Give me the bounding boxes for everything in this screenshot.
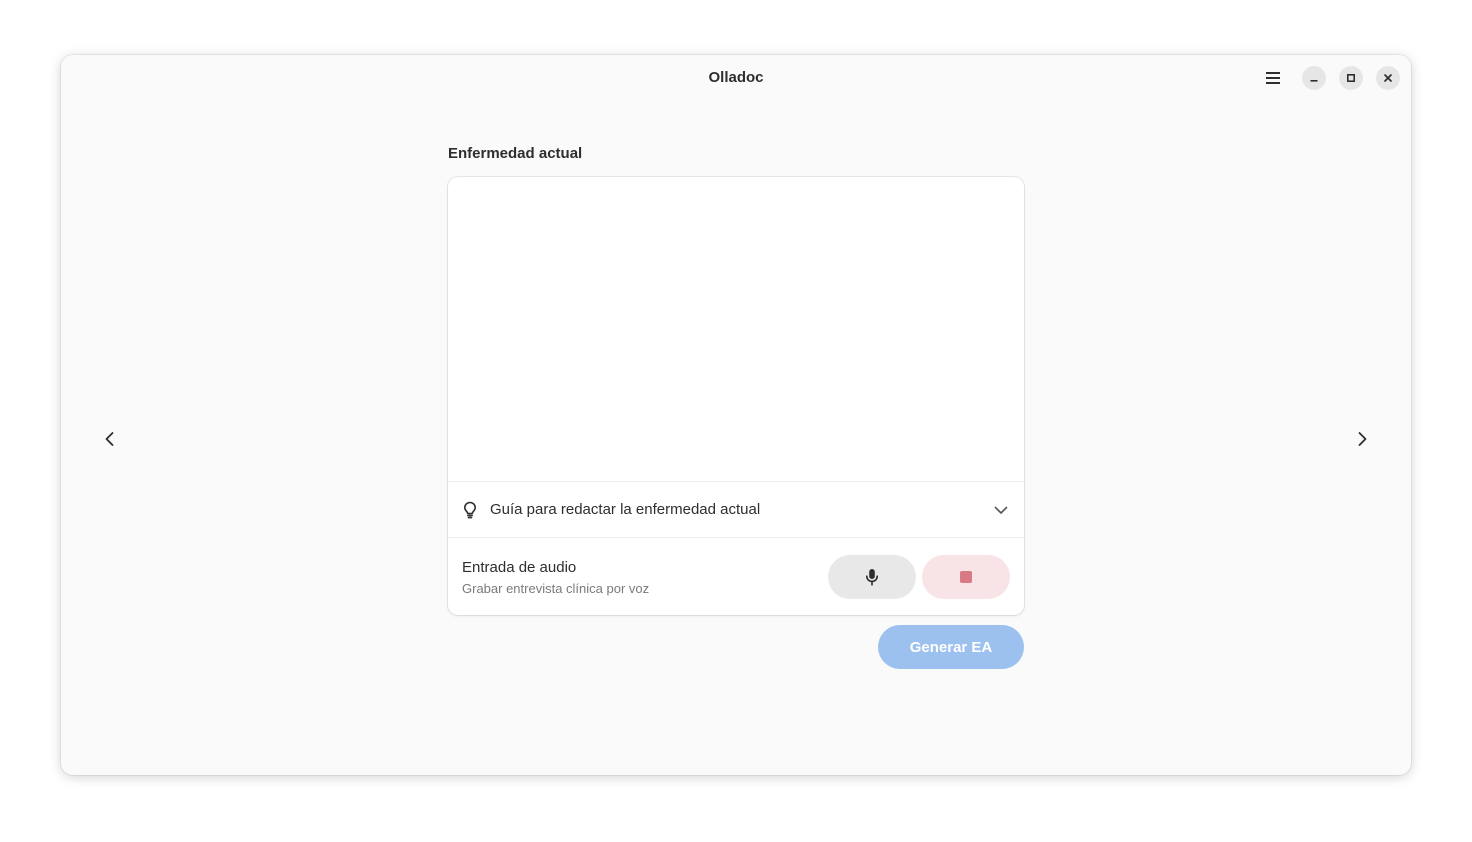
stop-icon xyxy=(960,571,972,583)
app-window: Olladoc Enfermedad actual Guía para reda… xyxy=(61,55,1411,775)
headerbar: Olladoc xyxy=(61,55,1411,101)
present-illness-card: Guía para redactar la enfermedad actual … xyxy=(448,177,1024,615)
chevron-down-icon xyxy=(994,506,1008,514)
maximize-button[interactable] xyxy=(1339,66,1363,90)
present-illness-text-area[interactable] xyxy=(448,177,1024,481)
generate-ea-button[interactable]: Generar EA xyxy=(878,625,1024,669)
section-title: Enfermedad actual xyxy=(448,145,583,162)
record-audio-button[interactable] xyxy=(828,555,916,599)
minimize-icon xyxy=(1310,80,1318,82)
microphone-icon xyxy=(866,569,878,586)
maximize-icon xyxy=(1346,73,1356,83)
stop-recording-button[interactable] xyxy=(922,555,1010,599)
chevron-right-icon xyxy=(1358,432,1367,446)
writing-guide-expander[interactable]: Guía para redactar la enfermedad actual xyxy=(448,481,1024,537)
audio-input-subtitle: Grabar entrevista clínica por voz xyxy=(462,581,650,596)
lightbulb-icon xyxy=(464,501,476,519)
window-title: Olladoc xyxy=(708,69,764,86)
main-menu-button[interactable] xyxy=(1258,63,1288,93)
previous-page-button[interactable] xyxy=(96,425,124,453)
hamburger-menu-icon xyxy=(1266,72,1280,84)
close-icon xyxy=(1384,74,1392,82)
chevron-left-icon xyxy=(105,432,114,446)
audio-input-row: Entrada de audio Grabar entrevista clíni… xyxy=(448,537,1024,615)
next-page-button[interactable] xyxy=(1348,425,1376,453)
writing-guide-label: Guía para redactar la enfermedad actual xyxy=(490,501,761,518)
close-button[interactable] xyxy=(1376,66,1400,90)
minimize-button[interactable] xyxy=(1302,66,1326,90)
audio-input-title: Entrada de audio xyxy=(462,559,577,576)
